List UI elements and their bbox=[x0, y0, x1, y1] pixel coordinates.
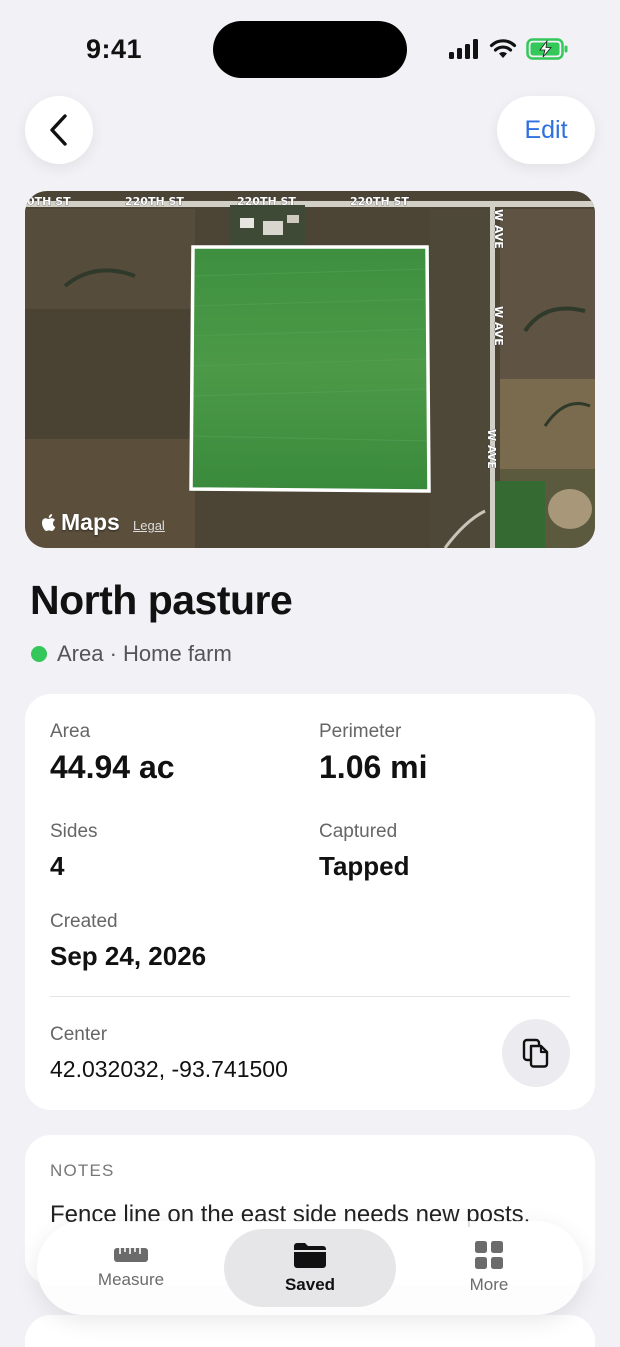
maps-logo: Maps bbox=[41, 509, 120, 536]
street-label: W AVE bbox=[492, 306, 505, 346]
status-icons bbox=[449, 38, 568, 60]
stat-area: Area 44.94 ac bbox=[50, 721, 175, 786]
stat-sides: Sides 4 bbox=[50, 821, 98, 882]
tab-saved[interactable]: Saved bbox=[224, 1229, 396, 1307]
street-label: W AVE bbox=[485, 429, 498, 469]
cellular-signal-icon bbox=[449, 39, 478, 59]
stat-created: Created Sep 24, 2026 bbox=[50, 911, 206, 972]
next-card bbox=[25, 1315, 595, 1347]
tab-label: Saved bbox=[284, 1275, 336, 1294]
satellite-map: 0TH ST 220TH ST 220TH ST 220TH ST W AVE … bbox=[25, 191, 595, 548]
apple-icon bbox=[42, 513, 56, 531]
street-label: 220TH ST bbox=[350, 195, 409, 208]
item-subtitle: Area · Home farm bbox=[31, 641, 232, 667]
page-title: North pasture bbox=[30, 577, 293, 623]
stat-center: Center 42.032032, -93.741500 bbox=[50, 1024, 288, 1083]
street-label: W AVE bbox=[492, 209, 505, 249]
street-label: 220TH ST bbox=[125, 195, 184, 208]
stat-perimeter: Perimeter 1.06 mi bbox=[319, 721, 428, 786]
created-label: Created bbox=[50, 911, 118, 932]
back-button[interactable] bbox=[25, 96, 93, 164]
captured-label: Captured bbox=[319, 821, 398, 842]
perimeter-label: Perimeter bbox=[319, 721, 402, 742]
ruler-icon bbox=[114, 1248, 148, 1262]
tab-bar: Measure Saved More bbox=[37, 1221, 583, 1315]
stats-card: Area 44.94 ac Perimeter 1.06 mi Sides 4 … bbox=[25, 694, 595, 1110]
tab-more[interactable]: More bbox=[425, 1221, 553, 1315]
stat-captured: Captured Tapped bbox=[319, 821, 410, 882]
tab-measure[interactable]: Measure bbox=[67, 1221, 195, 1315]
sides-value: 4 bbox=[50, 851, 65, 881]
tab-label: Measure bbox=[97, 1270, 165, 1289]
street-label: 220TH ST bbox=[237, 195, 296, 208]
perimeter-value: 1.06 mi bbox=[319, 749, 428, 785]
notes-label: NOTES bbox=[50, 1161, 115, 1180]
folder-icon bbox=[294, 1243, 326, 1268]
captured-value: Tapped bbox=[319, 851, 410, 881]
center-label: Center bbox=[50, 1024, 108, 1045]
area-value: 44.94 ac bbox=[50, 749, 175, 785]
status-time: 9:41 bbox=[86, 34, 143, 64]
status-dot bbox=[31, 646, 47, 662]
created-value: Sep 24, 2026 bbox=[50, 941, 207, 971]
subtitle-text: Area · Home farm bbox=[57, 641, 232, 666]
grid-icon bbox=[475, 1241, 503, 1269]
edit-button[interactable]: Edit bbox=[497, 96, 595, 164]
wifi-icon bbox=[489, 39, 517, 58]
area-label: Area bbox=[50, 721, 91, 742]
center-value: 42.032032, -93.741500 bbox=[50, 1056, 288, 1082]
status-bar: 9:41 bbox=[0, 0, 620, 90]
dynamic-island bbox=[213, 21, 407, 78]
sides-label: Sides bbox=[50, 821, 98, 842]
battery-charging-icon bbox=[526, 38, 568, 60]
maps-brand: Maps bbox=[61, 509, 120, 535]
chevron-left-icon bbox=[50, 114, 67, 146]
map-view[interactable]: 0TH ST 220TH ST 220TH ST 220TH ST W AVE … bbox=[25, 191, 595, 548]
divider bbox=[50, 996, 570, 997]
legal-link[interactable]: Legal bbox=[133, 518, 165, 533]
copy-icon bbox=[522, 1038, 549, 1068]
street-label: 0TH ST bbox=[27, 195, 71, 208]
copy-coordinates-button[interactable] bbox=[502, 1019, 570, 1087]
tab-label: More bbox=[469, 1275, 509, 1294]
